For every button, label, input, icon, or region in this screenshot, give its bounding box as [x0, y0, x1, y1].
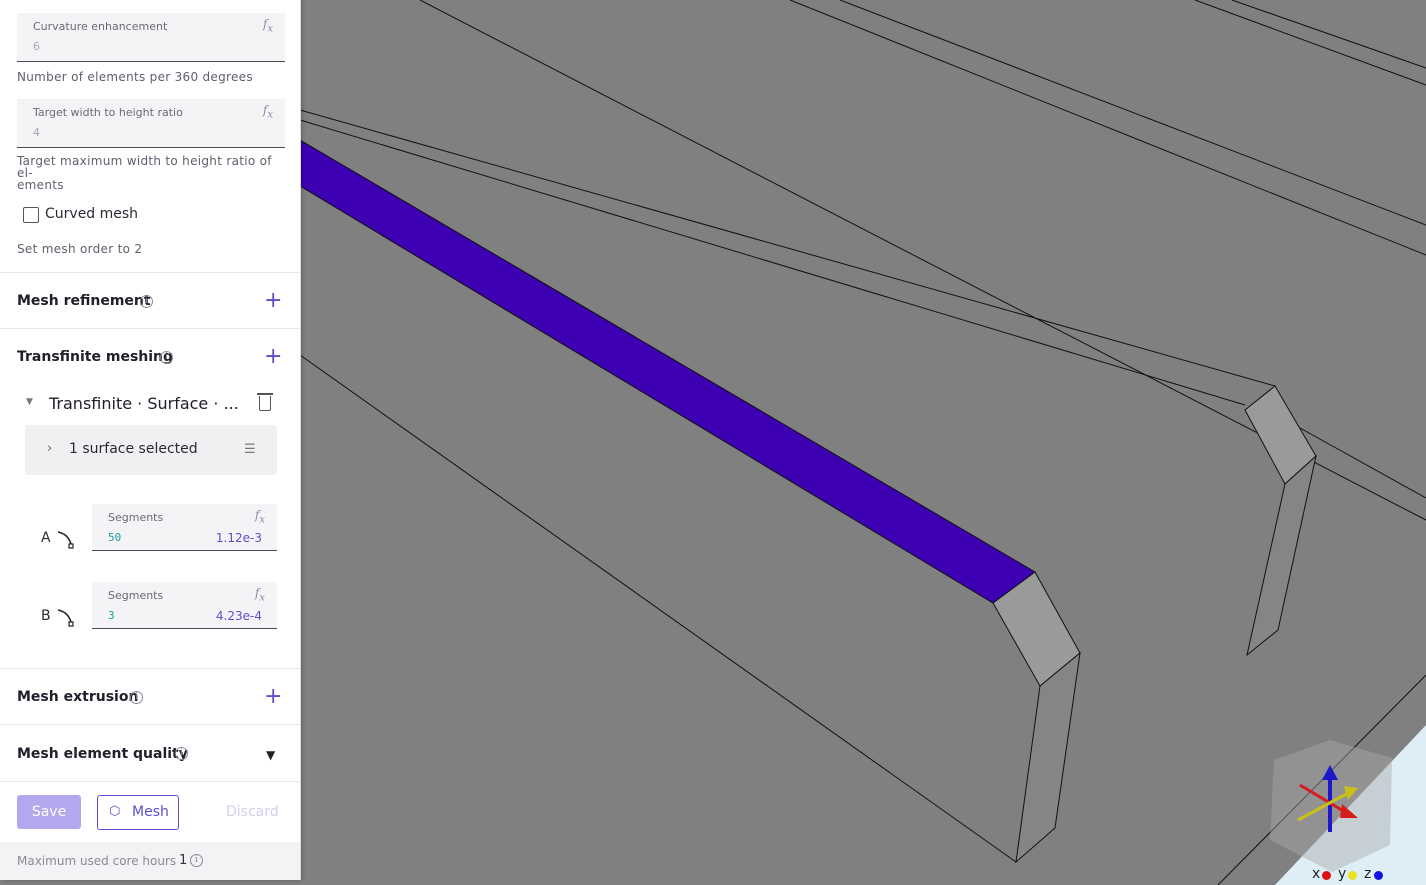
axis-x-label: x: [1312, 866, 1321, 882]
formula-icon[interactable]: fx: [255, 586, 265, 603]
segment-length: 1.12e-3: [215, 531, 262, 545]
info-icon[interactable]: i: [160, 351, 173, 364]
curved-mesh-checkbox[interactable]: [23, 207, 39, 223]
field-label: Segments: [108, 511, 164, 524]
divider: [0, 328, 300, 329]
segment-length: 4.23e-4: [215, 609, 262, 623]
add-transfinite-button[interactable]: +: [264, 346, 282, 368]
edge-curve-icon: [57, 609, 74, 627]
divider: [0, 668, 300, 669]
info-icon[interactable]: i: [140, 295, 153, 308]
edge-a-letter: A: [41, 530, 51, 546]
info-icon[interactable]: i: [190, 854, 203, 867]
edge-b-letter: B: [41, 608, 51, 624]
selection-count: 1 surface selected: [69, 441, 198, 457]
ratio-help-text: Target maximum width to height ratio of …: [17, 154, 272, 192]
section-transfinite-meshing[interactable]: Transfinite meshing: [17, 349, 173, 365]
chevron-right-icon[interactable]: ›: [47, 441, 52, 456]
core-hours-value: 1: [179, 853, 188, 868]
formula-icon[interactable]: fx: [263, 17, 273, 34]
edge-curve-icon: [57, 531, 74, 549]
section-mesh-refinement[interactable]: Mesh refinement: [17, 293, 151, 309]
curvature-help-text: Number of elements per 360 degrees: [17, 70, 253, 84]
selection-box[interactable]: › 1 surface selected ☰: [25, 425, 277, 475]
curved-mesh-help-text: Set mesh order to 2: [17, 242, 143, 256]
field-label: Target width to height ratio: [33, 106, 183, 119]
discard-button[interactable]: Discard: [226, 804, 279, 820]
axis-z-label: z: [1364, 866, 1372, 882]
axis-y-label: y: [1338, 866, 1347, 882]
y-color-dot: [1348, 871, 1357, 880]
add-mesh-extrusion-button[interactable]: +: [264, 686, 282, 708]
section-mesh-extrusion[interactable]: Mesh extrusion: [17, 689, 138, 705]
info-icon[interactable]: i: [130, 691, 143, 704]
field-label: Curvature enhancement: [33, 20, 168, 33]
mesh-button-label: Mesh: [132, 804, 169, 820]
info-icon[interactable]: i: [175, 747, 188, 760]
field-label: Segments: [108, 589, 164, 602]
cube-icon: ⬡: [109, 804, 121, 819]
field-value[interactable]: 4: [33, 126, 40, 139]
add-to-list-icon[interactable]: ☰: [244, 442, 256, 457]
mesh-settings-panel: Curvature enhancement 6 fx Number of ele…: [0, 0, 301, 880]
core-hours-footer: Maximum used core hours 1 i: [0, 842, 300, 880]
width-height-ratio-field[interactable]: Target width to height ratio 4 fx: [17, 99, 285, 148]
delete-trash-icon[interactable]: [257, 393, 273, 411]
transfinite-item-title[interactable]: Transfinite · Surface · ...: [49, 394, 239, 413]
mesh-button[interactable]: ⬡ Mesh: [97, 795, 179, 830]
formula-icon[interactable]: fx: [263, 103, 273, 120]
axes-gizmo[interactable]: x y z: [1270, 740, 1426, 885]
segments-value[interactable]: 3: [108, 609, 115, 622]
segments-value[interactable]: 50: [108, 531, 121, 544]
curved-mesh-label[interactable]: Curved mesh: [45, 206, 138, 222]
collapse-caret-icon[interactable]: ▼: [26, 397, 33, 407]
add-mesh-refinement-button[interactable]: +: [264, 290, 282, 312]
x-color-dot: [1322, 871, 1331, 880]
formula-icon[interactable]: fx: [255, 508, 265, 525]
field-value[interactable]: 6: [33, 40, 40, 53]
divider: [0, 724, 300, 725]
save-button[interactable]: Save: [17, 795, 81, 829]
divider: [0, 781, 300, 782]
curvature-enhancement-field[interactable]: Curvature enhancement 6 fx: [17, 13, 285, 62]
core-hours-label: Maximum used core hours: [17, 854, 177, 868]
edge-b-segments-field[interactable]: Segments 3 4.23e-4 fx: [92, 582, 277, 629]
edge-a-segments-field[interactable]: Segments 50 1.12e-3 fx: [92, 504, 277, 551]
z-color-dot: [1374, 871, 1383, 880]
divider: [0, 272, 300, 273]
section-mesh-element-quality[interactable]: Mesh element quality: [17, 746, 188, 762]
chevron-down-icon[interactable]: ▼: [266, 748, 275, 762]
